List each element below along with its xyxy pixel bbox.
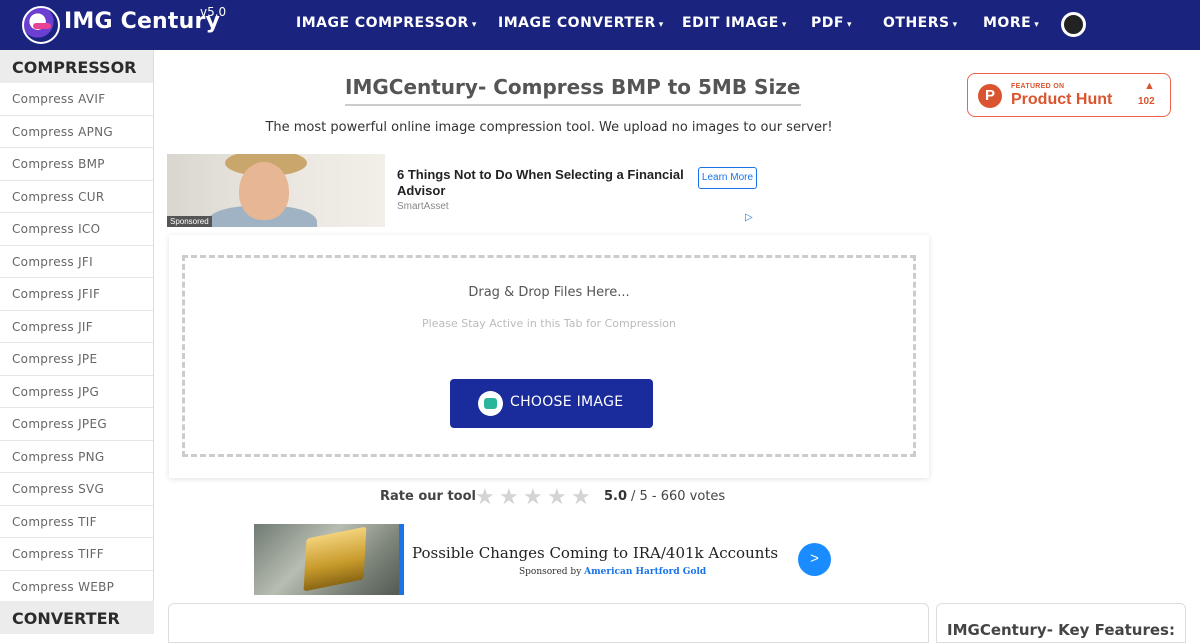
- star-icon[interactable]: ★: [547, 484, 567, 510]
- chevron-down-icon: ▾: [471, 20, 477, 30]
- ad-image: Sponsored: [167, 154, 385, 227]
- sidebar-item-jif[interactable]: Compress JIF: [0, 311, 153, 343]
- ph-upvote-count: 102: [1138, 96, 1155, 107]
- sidebar-item-ico[interactable]: Compress ICO: [0, 213, 153, 246]
- sidebar-item-webp[interactable]: Compress WEBP: [0, 571, 153, 603]
- nav-edit-image[interactable]: EDIT IMAGE ▾: [682, 15, 787, 31]
- ad-title[interactable]: 6 Things Not to Do When Selecting a Fina…: [397, 167, 697, 199]
- ad-title[interactable]: Possible Changes Coming to IRA/401k Acco…: [412, 544, 778, 562]
- chevron-down-icon: ▾: [1034, 20, 1040, 30]
- top-navbar: IMG Century v5.0 IMAGE COMPRESSOR ▾ IMAGE…: [0, 0, 1200, 50]
- drop-zone[interactable]: Drag & Drop Files Here... Please Stay Ac…: [182, 255, 916, 457]
- nav-more[interactable]: MORE ▾: [983, 15, 1039, 31]
- sidebar-item-tif[interactable]: Compress TIF: [0, 506, 153, 538]
- upload-card: Drag & Drop Files Here... Please Stay Ac…: [169, 235, 929, 478]
- sidebar-item-tiff[interactable]: Compress TIFF: [0, 538, 153, 571]
- page-subtitle: The most powerful online image compressi…: [265, 120, 833, 135]
- upvote-icon: ▲: [1144, 80, 1155, 92]
- sidebar-item-png[interactable]: Compress PNG: [0, 441, 153, 473]
- sidebar-item-jpe[interactable]: Compress JPE: [0, 343, 153, 376]
- ad-source: SmartAsset: [397, 201, 449, 212]
- sidebar-item-avif[interactable]: Compress AVIF: [0, 83, 153, 116]
- product-hunt-icon: P: [978, 84, 1002, 108]
- sidebar-item-jfi[interactable]: Compress JFI: [0, 246, 153, 278]
- ad-banner-gold[interactable]: Possible Changes Coming to IRA/401k Acco…: [254, 524, 834, 595]
- star-icon[interactable]: ★: [499, 484, 519, 510]
- chevron-down-icon: ▾: [952, 20, 958, 30]
- learn-more-button[interactable]: Learn More: [698, 167, 757, 189]
- nav-others[interactable]: OTHERS ▾: [883, 15, 958, 31]
- sidebar-item-apng[interactable]: Compress APNG: [0, 116, 153, 148]
- chevron-down-icon: ▾: [658, 20, 664, 30]
- ph-name: Product Hunt: [1011, 91, 1113, 108]
- camera-icon: [478, 391, 503, 416]
- logo-icon[interactable]: [22, 6, 60, 44]
- ad-image: [254, 524, 404, 595]
- sidebar-item-cur[interactable]: Compress CUR: [0, 181, 153, 213]
- sidebar-heading-converter[interactable]: CONVERTER: [0, 601, 154, 634]
- sidebar-heading-compressor: COMPRESSOR: [0, 50, 153, 83]
- rating-votes: / 5 - 660 votes: [631, 489, 726, 504]
- drop-instructions: Drag & Drop Files Here...: [468, 285, 630, 300]
- choose-image-label: CHOOSE IMAGE: [510, 394, 624, 410]
- rating-label: Rate our tool: [380, 489, 476, 504]
- nav-image-compressor[interactable]: IMAGE COMPRESSOR ▾: [296, 15, 477, 31]
- sponsored-tag: Sponsored: [167, 216, 212, 227]
- ad-sponsor-line: Sponsored by American Hartford Gold: [519, 567, 707, 577]
- sidebar: COMPRESSOR Compress AVIF Compress APNG C…: [0, 50, 154, 634]
- rating-score: 5.0: [604, 489, 628, 504]
- chevron-right-icon[interactable]: >: [798, 543, 831, 576]
- star-icon[interactable]: ★: [571, 484, 591, 510]
- product-hunt-badge[interactable]: P FEATURED ON Product Hunt ▲ 102: [967, 73, 1171, 117]
- sidebar-item-jfif[interactable]: Compress JFIF: [0, 278, 153, 311]
- theme-toggle-icon[interactable]: [1061, 12, 1086, 37]
- ad-sponsor-name[interactable]: American Hartford Gold: [584, 567, 706, 577]
- chevron-down-icon: ▾: [781, 20, 787, 30]
- sidebar-item-jpeg[interactable]: Compress JPEG: [0, 408, 153, 441]
- sidebar-item-svg[interactable]: Compress SVG: [0, 473, 153, 506]
- features-title: IMGCentury- Key Features:: [947, 621, 1175, 639]
- ph-featured-label: FEATURED ON: [1011, 83, 1065, 90]
- adchoices-icon[interactable]: ▷: [745, 212, 753, 223]
- star-icon[interactable]: ★: [523, 484, 543, 510]
- star-icon[interactable]: ★: [475, 484, 495, 510]
- version-label: v5.0: [200, 5, 227, 19]
- sidebar-item-bmp[interactable]: Compress BMP: [0, 148, 153, 181]
- content-card: [168, 603, 929, 643]
- sidebar-item-jpg[interactable]: Compress JPG: [0, 376, 153, 408]
- features-card: IMGCentury- Key Features:: [936, 603, 1186, 643]
- page-title: IMGCentury- Compress BMP to 5MB Size: [345, 75, 801, 106]
- ad-banner-financial[interactable]: Sponsored 6 Things Not to Do When Select…: [167, 154, 759, 227]
- nav-pdf[interactable]: PDF ▾: [811, 15, 852, 31]
- chevron-down-icon: ▾: [846, 20, 852, 30]
- stay-active-note: Please Stay Active in this Tab for Compr…: [422, 317, 676, 330]
- nav-image-converter[interactable]: IMAGE CONVERTER ▾: [498, 15, 664, 31]
- choose-image-button[interactable]: CHOOSE IMAGE: [450, 379, 653, 428]
- brand-name[interactable]: IMG Century: [64, 9, 220, 34]
